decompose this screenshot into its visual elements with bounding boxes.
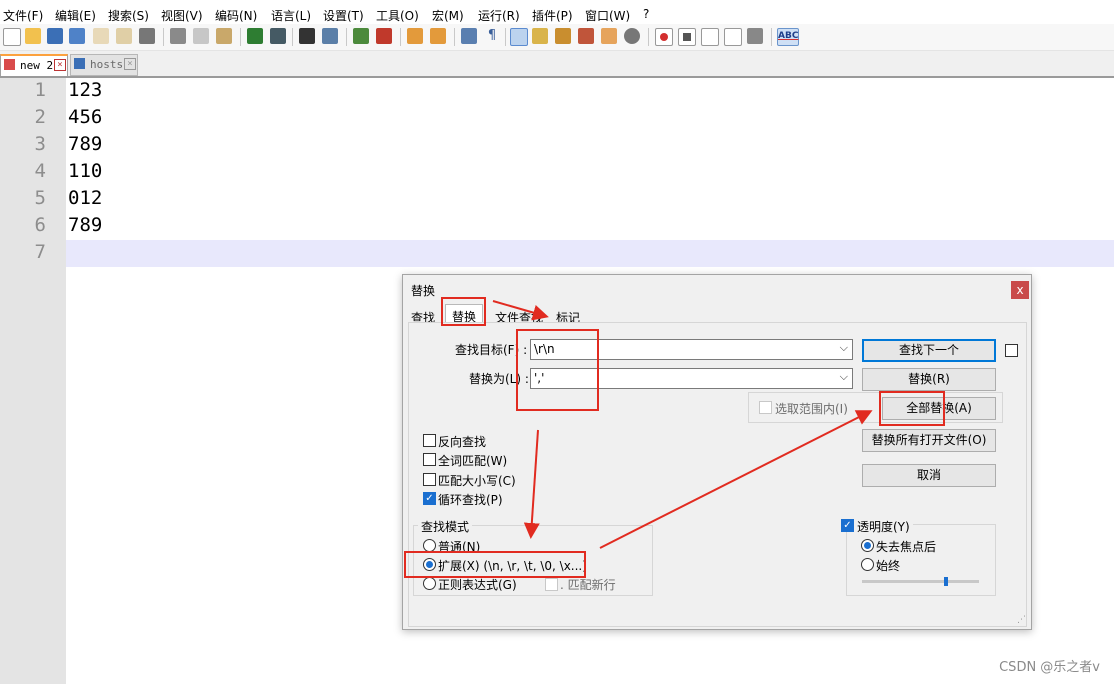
watermark: CSDN @乐之者v [999,660,1100,675]
annotation-arrows [492,300,873,549]
